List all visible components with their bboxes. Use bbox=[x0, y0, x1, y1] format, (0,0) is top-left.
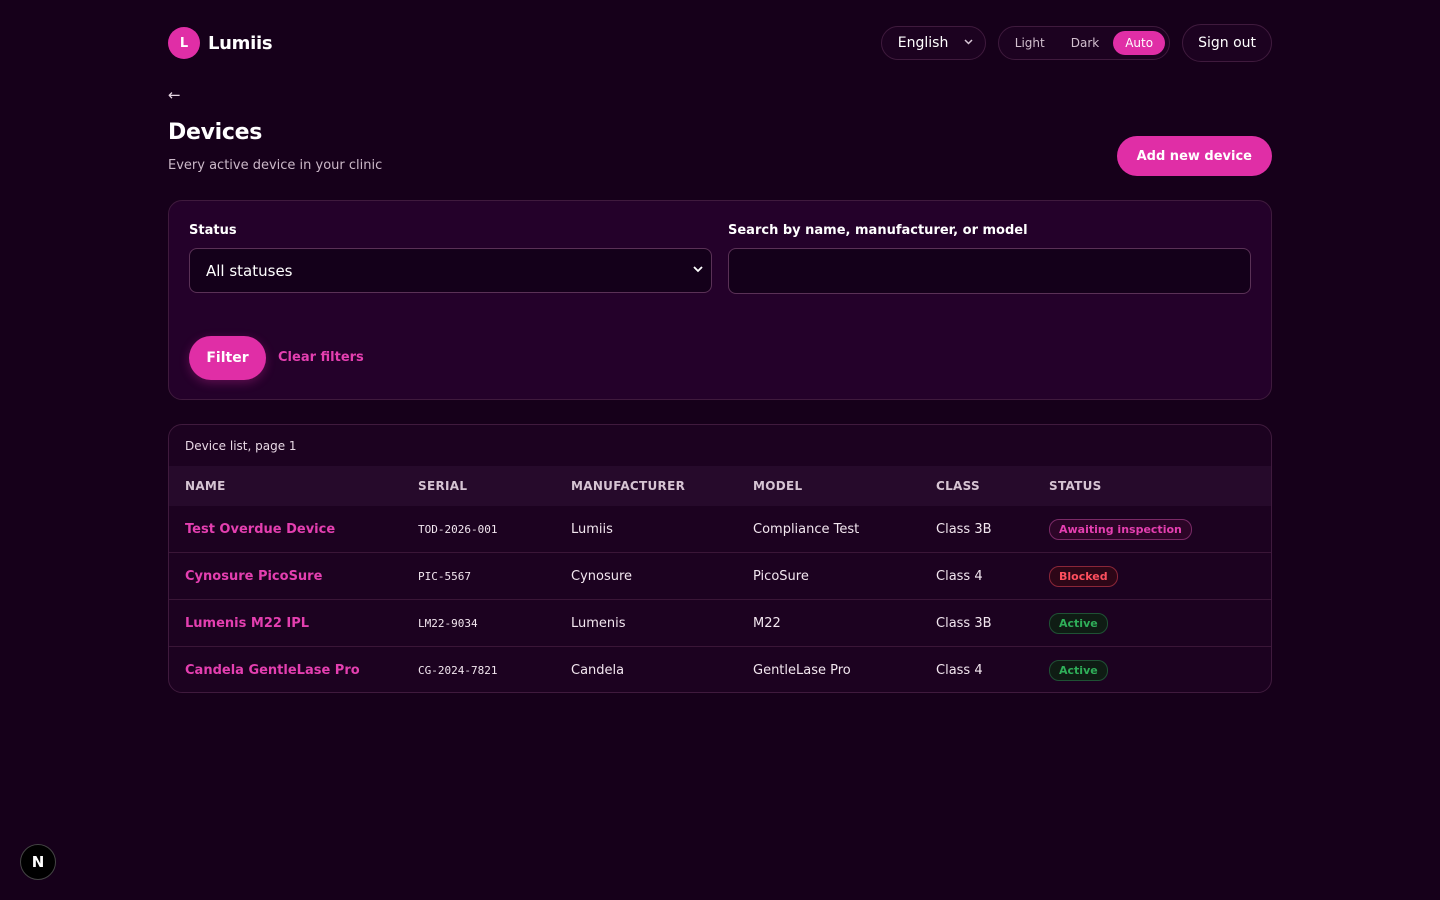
device-model: PicoSure bbox=[753, 568, 809, 584]
table-caption: Device list, page 1 bbox=[185, 439, 297, 453]
column-header-status: STATUS bbox=[1049, 479, 1102, 493]
back-arrow-icon[interactable]: ← bbox=[168, 86, 181, 104]
status-badge: Awaiting inspection bbox=[1049, 518, 1192, 540]
theme-option-auto[interactable]: Auto bbox=[1113, 31, 1166, 55]
device-manufacturer: Lumiis bbox=[571, 521, 613, 537]
page-subtitle: Every active device in your clinic bbox=[168, 158, 383, 173]
header: L Lumiis English Light Dark Auto Sign ou… bbox=[168, 0, 1272, 86]
search-label: Search by name, manufacturer, or model bbox=[728, 223, 1028, 238]
sign-out-button[interactable]: Sign out bbox=[1182, 24, 1272, 62]
theme-option-dark[interactable]: Dark bbox=[1059, 31, 1111, 55]
device-model: Compliance Test bbox=[753, 521, 860, 537]
add-device-button[interactable]: Add new device bbox=[1116, 136, 1272, 176]
filter-panel: Status All statuses Search by name, manu… bbox=[168, 200, 1272, 400]
page-title: Devices bbox=[168, 120, 263, 145]
chevron-down-icon bbox=[693, 265, 703, 276]
theme-option-light[interactable]: Light bbox=[1003, 31, 1057, 55]
device-name-link[interactable]: Candela GentleLase Pro bbox=[185, 663, 360, 678]
device-model: GentleLase Pro bbox=[753, 663, 851, 678]
device-serial: PIC-5567 bbox=[418, 569, 471, 583]
brand[interactable]: L Lumiis bbox=[168, 27, 273, 59]
status-select[interactable]: All statuses bbox=[189, 248, 712, 293]
device-class: Class 3B bbox=[936, 521, 992, 537]
column-header-class: CLASS bbox=[936, 479, 980, 493]
page-container: L Lumiis English Light Dark Auto Sign ou… bbox=[168, 0, 1272, 693]
device-manufacturer: Lumenis bbox=[571, 615, 626, 631]
chevron-down-icon bbox=[964, 38, 973, 48]
device-class: Class 3B bbox=[936, 615, 992, 631]
device-serial: LM22-9034 bbox=[418, 616, 478, 630]
column-header-model: MODEL bbox=[753, 479, 803, 493]
header-controls: English Light Dark Auto Sign out bbox=[880, 24, 1272, 62]
column-header-manufacturer: MANUFACTURER bbox=[571, 479, 686, 493]
device-name-link[interactable]: Cynosure PicoSure bbox=[185, 569, 322, 584]
search-input[interactable] bbox=[728, 248, 1251, 294]
table-row: Cynosure PicoSure PIC-5567 Cynosure Pico… bbox=[169, 553, 1271, 600]
device-class: Class 4 bbox=[936, 663, 983, 678]
status-label: Status bbox=[189, 223, 237, 238]
brand-name: Lumiis bbox=[208, 32, 273, 54]
device-manufacturer: Cynosure bbox=[571, 568, 633, 584]
language-value: English bbox=[897, 35, 949, 51]
clear-filters-link[interactable]: Clear filters bbox=[278, 350, 364, 365]
language-select[interactable]: English bbox=[880, 26, 986, 60]
dev-tools-badge-icon[interactable]: N bbox=[20, 844, 56, 880]
column-header-serial: SERIAL bbox=[418, 479, 468, 493]
filter-button[interactable]: Filter bbox=[189, 336, 266, 380]
device-serial: TOD-2026-001 bbox=[418, 522, 498, 536]
table-header: NAME SERIAL MANUFACTURER MODEL CLASS STA… bbox=[169, 466, 1271, 506]
device-name-link[interactable]: Lumenis M22 IPL bbox=[185, 616, 309, 631]
status-badge: Active bbox=[1049, 660, 1108, 681]
table-row: Lumenis M22 IPL LM22-9034 Lumenis M22 Cl… bbox=[169, 600, 1271, 647]
device-table: Device list, page 1 NAME SERIAL MANUFACT… bbox=[168, 424, 1272, 693]
device-name-link[interactable]: Test Overdue Device bbox=[185, 522, 335, 537]
status-badge: Active bbox=[1049, 612, 1108, 634]
table-row: Test Overdue Device TOD-2026-001 Lumiis … bbox=[169, 506, 1271, 553]
theme-toggle: Light Dark Auto bbox=[997, 26, 1171, 60]
status-badge: Blocked bbox=[1049, 565, 1118, 587]
device-class: Class 4 bbox=[936, 568, 983, 584]
device-model: M22 bbox=[753, 615, 781, 631]
column-header-name: NAME bbox=[185, 479, 226, 493]
status-select-value: All statuses bbox=[206, 261, 293, 280]
table-row: Candela GentleLase Pro CG-2024-7821 Cand… bbox=[169, 647, 1271, 692]
logo-icon: L bbox=[168, 27, 200, 59]
device-manufacturer: Candela bbox=[571, 663, 625, 678]
device-serial: CG-2024-7821 bbox=[418, 664, 498, 677]
